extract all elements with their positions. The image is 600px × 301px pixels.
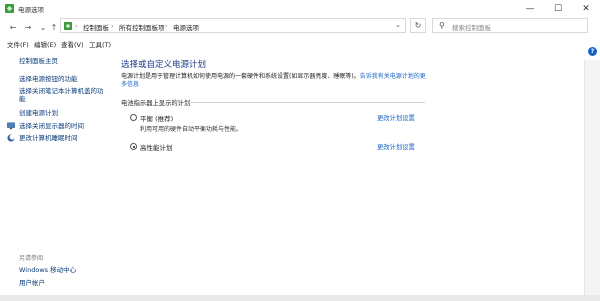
breadcrumb-power-options[interactable]: 电源选项 [173, 22, 199, 32]
forward-button[interactable]: → [22, 21, 34, 33]
bottom-edge [0, 295, 600, 301]
breadcrumb-control-panel[interactable]: 控制面板 [83, 22, 109, 32]
section-header: 电池指示器上显示的计划 [121, 100, 191, 107]
see-also-user-accounts[interactable]: 用户帐户 [19, 279, 45, 287]
sidebar-item-sleep-time[interactable]: 更改计算机睡眠时间 [19, 134, 78, 142]
breadcrumb-all-items[interactable]: 所有控制面板项 [119, 22, 165, 32]
sidebar-item-lid-close[interactable]: 选择关闭笔记本计算机盖的功能 [19, 87, 109, 103]
menu-view[interactable]: 查看(V) [61, 39, 84, 49]
search-placeholder: 搜索控制面板 [452, 24, 491, 32]
close-button[interactable]: ✕ [572, 0, 600, 17]
sidebar-item-create-plan[interactable]: 创建电源计划 [19, 109, 58, 117]
search-box[interactable]: ⚲ 搜索控制面板 [432, 18, 588, 33]
address-dropdown[interactable]: ⌄ [395, 21, 401, 29]
moon-icon [7, 134, 15, 142]
control-panel-icon [5, 4, 14, 13]
sidebar: 控制面板主页 选择电源按钮的功能 选择关闭笔记本计算机盖的功能 创建电源计划 选… [0, 50, 112, 301]
minimize-button[interactable]: — [516, 0, 544, 17]
menu-edit[interactable]: 编辑(E) [34, 39, 56, 49]
maximize-button[interactable]: ☐ [544, 0, 572, 17]
see-also-mobility-center[interactable]: Windows 移动中心 [19, 266, 76, 274]
sidebar-home-link[interactable]: 控制面板主页 [19, 57, 58, 65]
breadcrumb-separator: › [165, 22, 168, 30]
menu-tools[interactable]: 工具(T) [89, 39, 111, 49]
title-bar: 电源选项 — ☐ ✕ [0, 0, 600, 17]
sidebar-item-display-off[interactable]: 选择关闭显示器的时间 [19, 122, 84, 130]
plan-balanced-desc: 利用可用的硬件自动平衡功耗与性能。 [140, 126, 243, 133]
up-button[interactable]: ↑ [48, 21, 60, 33]
back-button[interactable]: ← [7, 21, 19, 33]
page-description: 电源计划是用于管理计算机如何使用电源的一套硬件和系统设置(如显示器亮度、睡眠等)… [121, 73, 431, 89]
search-icon: ⚲ [439, 21, 445, 30]
refresh-button[interactable]: ↻ [410, 18, 426, 33]
section-divider [185, 102, 425, 103]
description-text: 电源计划是用于管理计算机如何使用电源的一套硬件和系统设置(如显示器亮度、睡眠等)… [121, 73, 360, 80]
page-title: 选择或自定义电源计划 [121, 60, 207, 70]
plan-balanced-radio[interactable] [130, 114, 137, 121]
plan-high-performance-radio[interactable] [130, 143, 137, 150]
see-also-heading: 另请参阅 [19, 255, 44, 262]
control-panel-icon [64, 22, 72, 30]
plan-high-performance-name[interactable]: 高性能计划 [140, 142, 173, 152]
address-bar[interactable]: › 控制面板 › 所有控制面板项 › 电源选项 ⌄ [60, 18, 406, 33]
sidebar-item-power-button[interactable]: 选择电源按钮的功能 [19, 75, 109, 83]
help-icon[interactable]: ? [588, 47, 597, 56]
menu-file[interactable]: 文件(F) [7, 39, 29, 49]
monitor-icon [7, 122, 15, 130]
right-edge-panel [584, 60, 600, 301]
breadcrumb-separator: › [75, 22, 78, 30]
plan-balanced-name[interactable]: 平衡 (推荐) [140, 113, 173, 123]
breadcrumb-separator: › [111, 22, 114, 30]
plan-balanced-change-link[interactable]: 更改计划设置 [377, 113, 415, 122]
plan-high-performance-change-link[interactable]: 更改计划设置 [377, 142, 415, 151]
window-title: 电源选项 [18, 6, 44, 14]
